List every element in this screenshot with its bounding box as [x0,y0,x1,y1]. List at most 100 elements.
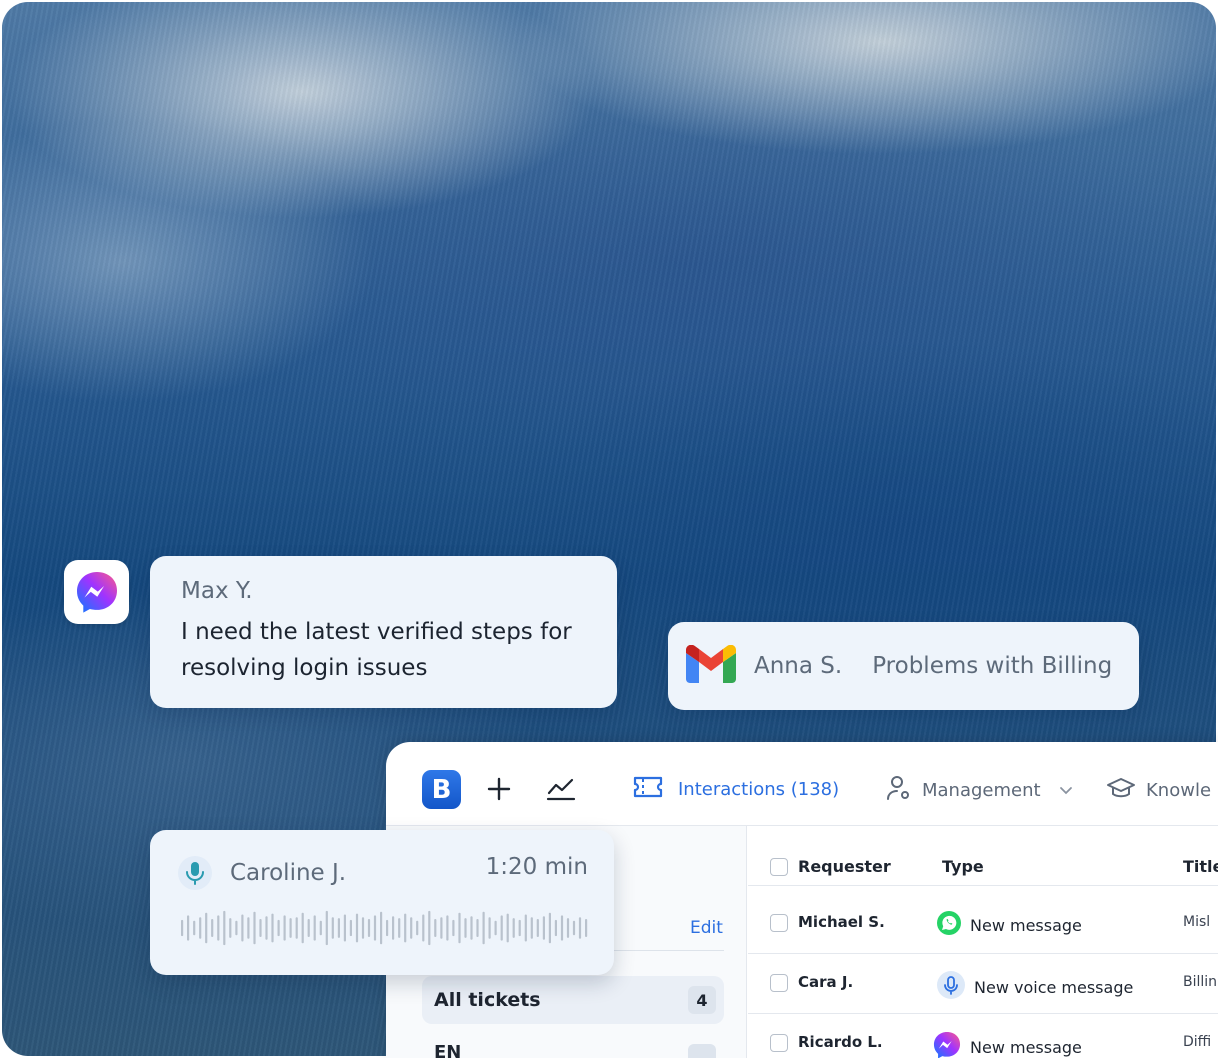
waveform-bar [452,919,455,937]
tab-management[interactable]: Management [886,774,1073,806]
waveform-bar [446,915,449,941]
type-cell: New message [932,1030,1082,1058]
row-checkbox[interactable] [770,914,788,932]
waveform-bar [229,918,232,938]
gmail-icon [686,644,736,687]
waveform-bar [458,912,461,944]
voice-message-card[interactable]: Caroline J. 1:20 min [150,830,614,975]
waveform-bar [361,917,365,939]
table-row[interactable]: Ricardo L. New message Diffi [748,1014,1218,1058]
waveform-bar [319,920,322,936]
type-label: New message [970,915,1082,935]
waveform-bar [193,920,196,936]
tab-knowledge-label: Knowle [1146,779,1212,801]
message-text: I need the latest verified steps for res… [181,619,572,681]
waveform-bar [307,919,310,937]
waveform-bar [283,915,286,941]
waveform-bar [253,911,256,945]
sender-name: Anna S. [754,653,843,679]
audio-waveform[interactable] [180,908,590,948]
row-checkbox[interactable] [770,1034,788,1052]
tab-management-label: Management [922,779,1041,801]
row-checkbox[interactable] [770,974,788,992]
app-toolbar: B Interactions (138) Management Knowle [386,742,1218,826]
waveform-bar [500,915,503,941]
sidebar-item-label: All tickets [434,989,541,1011]
mic-icon [936,970,966,1004]
waveform-bar [416,920,419,936]
messenger-icon [932,1030,962,1058]
caller-name: Caroline J. [230,860,347,886]
ticket-title: Diffi [1183,1034,1212,1050]
waveform-bar [518,919,521,937]
waveform-bar [578,917,582,939]
user-settings-icon [886,774,912,806]
waveform-bar [349,919,352,937]
waveform-bar [524,914,527,942]
column-header-type[interactable]: Type [942,857,984,876]
waveform-bar [380,911,383,945]
column-header-title[interactable]: Title [1183,857,1218,876]
ticket-title: Misl [1183,914,1211,930]
column-header-requester[interactable]: Requester [798,857,891,876]
waveform-bar [355,913,359,943]
messenger-message-card[interactable]: Max Y. I need the latest verified steps … [150,556,617,708]
waveform-bar [265,916,268,940]
waveform-bar [482,911,485,945]
waveform-bar [289,918,292,938]
waveform-bar [506,913,509,943]
requester-name: Cara J. [798,973,854,991]
waveform-bar [337,918,340,938]
tab-interactions[interactable]: Interactions (138) [632,774,839,804]
sender-name: Max Y. [181,578,253,604]
count-badge [688,1044,716,1058]
waveform-bar [373,915,377,941]
tab-knowledge[interactable]: Knowle [1106,776,1211,804]
ticket-icon [632,774,664,804]
table-row[interactable]: Cara J. New voice message Billin [748,954,1218,1014]
app-logo[interactable]: B [422,770,461,809]
ticket-title: Billin [1183,974,1218,990]
table-row[interactable]: Michael S. New message Misl [748,894,1218,954]
waveform-bar [440,917,443,939]
waveform-bar [572,920,576,936]
table-header: Requester Type Title [748,826,1218,886]
waveform-bar [404,913,407,943]
tickets-table: Requester Type Title Michael S. New mess… [748,826,1218,1058]
waveform-bar [343,914,346,942]
waveform-bar [277,919,280,937]
voice-duration: 1:20 min [485,854,588,880]
waveform-bar [301,912,304,944]
waveform-bar [542,916,545,940]
select-all-checkbox[interactable] [770,858,788,876]
waveform-bar [313,915,316,941]
waveform-bar [488,917,491,939]
sidebar-item-all-tickets[interactable]: All tickets 4 [422,976,724,1024]
waveform-bar [512,918,515,938]
gmail-message-card[interactable]: Anna S. Problems with Billing [668,622,1139,710]
waveform-bar [560,915,564,941]
waveform-bar [259,919,262,937]
type-label: New voice message [974,977,1134,997]
waveform-bar [271,913,274,943]
waveform-bar [585,919,588,937]
requester-name: Michael S. [798,913,885,931]
sidebar-item-en[interactable]: EN [434,1042,461,1058]
waveform-bar [422,914,425,942]
waveform-bar [295,917,298,939]
waveform-bar [410,917,413,939]
waveform-bar [548,912,551,944]
waveform-bar [187,915,190,941]
messenger-icon [64,560,129,624]
whatsapp-icon [936,910,962,940]
waveform-bar [247,917,250,939]
waveform-bar [470,916,473,940]
waveform-bar [434,919,437,937]
chevron-down-icon [1059,781,1073,800]
edit-link[interactable]: Edit [690,918,723,938]
waveform-bar [530,917,533,939]
count-badge: 4 [688,986,716,1014]
plus-icon[interactable] [484,774,514,804]
chart-icon[interactable] [546,774,576,804]
waveform-bar [554,919,557,937]
